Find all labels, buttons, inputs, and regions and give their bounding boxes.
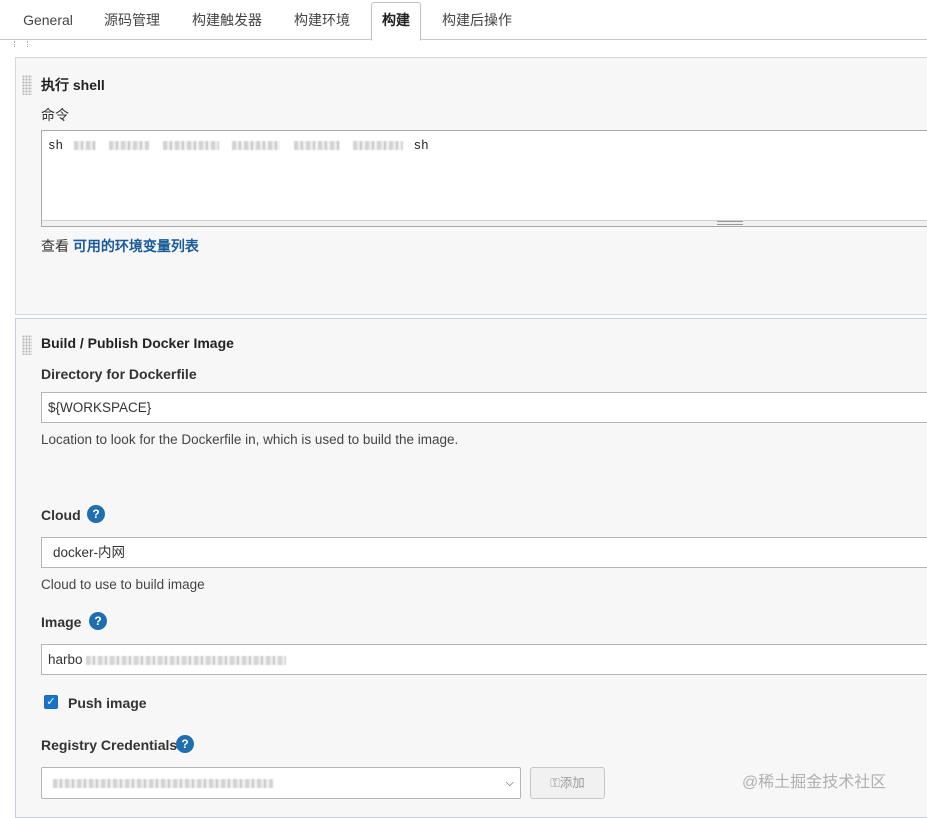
tab-build[interactable]: 构建 xyxy=(371,2,421,41)
env-vars-hint: 查看 可用的环境变量列表 xyxy=(41,236,199,256)
push-image-label: Push image xyxy=(68,695,147,711)
tab-general[interactable]: General xyxy=(14,4,82,40)
add-button-label: 添加 xyxy=(559,776,585,790)
image-input[interactable]: harbo xyxy=(41,644,927,675)
registry-help-icon[interactable]: ? xyxy=(176,735,194,753)
section-title: Build / Publish Docker Image xyxy=(41,335,234,351)
dockerfile-dir-input[interactable]: ${WORKSPACE} xyxy=(41,392,927,423)
watermark: @稀土掘金技术社区 xyxy=(742,774,887,791)
command-prefix: sh xyxy=(48,139,64,153)
image-label: Image xyxy=(41,614,82,630)
resize-handle[interactable] xyxy=(42,220,927,226)
dockerfile-dir-label: Directory for Dockerfile xyxy=(41,366,197,382)
redacted-text xyxy=(232,141,281,151)
chevron-down-icon: ⌵ xyxy=(505,777,514,789)
command-textarea[interactable]: sh sh xyxy=(41,130,927,227)
resize-grip-icon[interactable] xyxy=(717,221,743,225)
tab-post-build[interactable]: 构建后操作 xyxy=(432,4,522,40)
cloud-desc: Cloud to use to build image xyxy=(41,577,205,592)
image-value: harbo xyxy=(48,652,83,667)
redacted-text xyxy=(73,141,96,151)
section-title: 执行 shell xyxy=(41,77,105,93)
execute-shell-section: 执行 shell 命令 sh sh 查看 可用的环境变量列表 xyxy=(15,57,927,315)
add-credentials-button[interactable]: ⚿添加 xyxy=(530,767,605,799)
redacted-text xyxy=(109,141,150,151)
registry-credentials-label: Registry Credentials xyxy=(41,737,178,753)
tab-source-control[interactable]: 源码管理 xyxy=(94,4,170,40)
dockerfile-dir-desc: Location to look for the Dockerfile in, … xyxy=(41,432,459,447)
divider xyxy=(14,41,28,47)
docker-build-section: Build / Publish Docker Image Directory f… xyxy=(15,318,927,818)
key-icon: ⚿ xyxy=(550,776,560,790)
redacted-text xyxy=(85,655,286,665)
registry-credentials-select[interactable]: ⌵ xyxy=(41,767,521,799)
cloud-label: Cloud xyxy=(41,507,81,523)
command-label: 命令 xyxy=(41,107,69,123)
tab-bar: General 源码管理 构建触发器 构建环境 构建 构建后操作 xyxy=(0,0,927,41)
redacted-text xyxy=(293,141,340,151)
cloud-input[interactable]: docker-内网 xyxy=(41,537,927,568)
redacted-text xyxy=(53,779,273,789)
command-suffix: sh xyxy=(413,139,429,153)
tab-build-triggers[interactable]: 构建触发器 xyxy=(182,4,272,40)
redacted-text xyxy=(353,141,404,151)
drag-handle-icon[interactable] xyxy=(22,75,32,95)
image-help-icon[interactable]: ? xyxy=(89,612,107,630)
drag-handle-icon[interactable] xyxy=(22,335,32,355)
redacted-text xyxy=(162,141,219,151)
env-prefix: 查看 xyxy=(41,238,69,254)
tab-build-environment[interactable]: 构建环境 xyxy=(284,4,360,40)
push-image-checkbox[interactable]: ✓ xyxy=(44,695,58,709)
env-vars-link[interactable]: 可用的环境变量列表 xyxy=(73,238,199,254)
cloud-help-icon[interactable]: ? xyxy=(87,505,105,523)
